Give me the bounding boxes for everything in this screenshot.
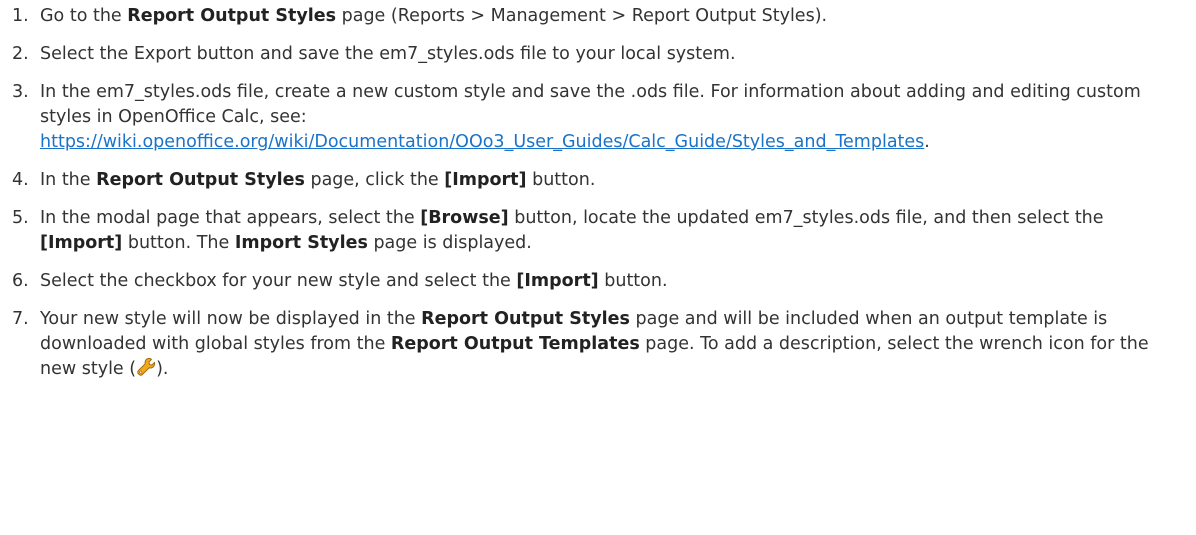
bold-term: [Import] — [516, 271, 599, 291]
bold-term: [Import] — [40, 233, 123, 253]
step-item-6: 6. Select the checkbox for your new style… — [12, 269, 1184, 294]
bold-term: Report Output Templates — [390, 334, 640, 354]
step-text: Your new style will now be displayed in … — [40, 307, 1184, 382]
step-item-3: 3. In the em7_styles.ods file, create a n… — [12, 80, 1184, 155]
text-run: In the — [40, 170, 97, 190]
text-run: Your new style will now be displayed in … — [40, 309, 422, 329]
step-item-4: 4. In the Report Output Styles page, clic… — [12, 168, 1184, 193]
step-text: In the Report Output Styles page, click … — [40, 168, 1184, 193]
step-text: Go to the Report Output Styles page (Rep… — [40, 4, 1184, 29]
text-run: button. The — [122, 233, 235, 253]
text-run: In the em7_styles.ods file, create a new… — [40, 82, 1141, 127]
text-run: button, locate the updated em7_styles.od… — [508, 208, 1104, 228]
step-number: 2. — [12, 44, 29, 64]
text-run: . — [924, 132, 930, 152]
bold-term: Import Styles — [234, 233, 368, 253]
instruction-steps: 1. Go to the Report Output Styles page (R… — [0, 4, 1196, 382]
text-run: page (Reports > Management > Report Outp… — [336, 6, 828, 26]
text-run: page is displayed. — [367, 233, 532, 253]
step-text: In the modal page that appears, select t… — [40, 206, 1184, 256]
documentation-link[interactable]: https://wiki.openoffice.org/wiki/Documen… — [40, 132, 924, 152]
step-item-5: 5. In the modal page that appears, select… — [12, 206, 1184, 256]
step-text: Select the Export button and save the em… — [40, 42, 1184, 67]
text-run: Go to the — [40, 6, 128, 26]
step-number: 5. — [12, 208, 29, 228]
step-text: Select the checkbox for your new style a… — [40, 269, 1184, 294]
text-run: Select the checkbox for your new style a… — [40, 271, 517, 291]
text-run: button. — [526, 170, 596, 190]
bold-term: [Browse] — [420, 208, 509, 228]
bold-term: Report Output Styles — [96, 170, 305, 190]
bold-term: Report Output Styles — [421, 309, 630, 329]
step-number: 4. — [12, 170, 29, 190]
text-run: button. — [598, 271, 668, 291]
step-item-7: 7. Your new style will now be displayed i… — [12, 307, 1184, 382]
step-item-1: 1. Go to the Report Output Styles page (R… — [12, 4, 1184, 29]
bold-term: [Import] — [444, 170, 527, 190]
text-run: Select the Export button and save the em… — [40, 44, 736, 64]
step-item-2: 2. Select the Export button and save the … — [12, 42, 1184, 67]
step-number: 1. — [12, 6, 29, 26]
step-number: 7. — [12, 309, 29, 329]
step-number: 3. — [12, 82, 29, 102]
text-run: page, click the — [304, 170, 445, 190]
step-text: In the em7_styles.ods file, create a new… — [40, 80, 1184, 155]
wrench-icon — [136, 357, 156, 377]
step-number: 6. — [12, 271, 29, 291]
text-run: In the modal page that appears, select t… — [40, 208, 421, 228]
text-run: ). — [156, 359, 169, 379]
bold-term: Report Output Styles — [127, 6, 337, 26]
